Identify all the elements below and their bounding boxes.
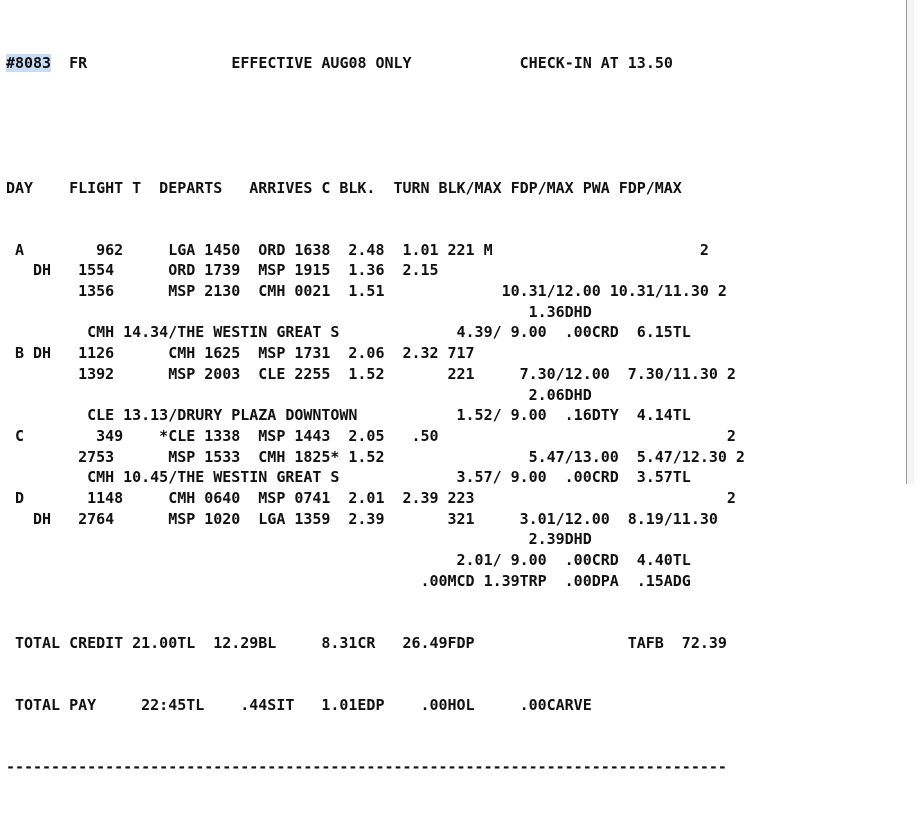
leg-line: 1356 MSP 2130 CMH 0021 1.51 10.31/12.00 … [6, 282, 727, 301]
trip-pairing-page: #8083 FR EFFECTIVE AUG08 ONLY CHECK-IN A… [0, 0, 914, 776]
leg-line: D 1148 CMH 0640 MSP 0741 2.01 2.39 223 2 [6, 488, 736, 507]
total-credit-line: TOTAL CREDIT 21.00TL 12.29BL 8.31CR 26.4… [6, 633, 727, 652]
right-scroll-edge[interactable] [906, 0, 914, 484]
leg-line: B DH 1126 CMH 1625 MSP 1731 2.06 2.32 71… [6, 344, 475, 363]
leg-line: 1392 MSP 2003 CLE 2255 1.52 221 7.30/12.… [6, 364, 736, 383]
leg-line: 2.39DHD [6, 530, 592, 549]
total-pay-line: TOTAL PAY 22:45TL .44SIT 1.01EDP .00HOL … [6, 695, 592, 714]
leg-line: 2.06DHD [6, 385, 592, 404]
leg-line: CMH 10.45/THE WESTIN GREAT S 3.57/ 9.00 … [6, 468, 691, 487]
leg-line: 1.36DHD [6, 302, 592, 321]
leg-line: DH 2764 MSP 1020 LGA 1359 2.39 321 3.01/… [6, 509, 718, 528]
day-code: FR [69, 54, 88, 73]
column-headers: DAY FLIGHT T DEPARTS ARRIVES C BLK. TURN… [6, 178, 682, 197]
leg-line: CMH 14.34/THE WESTIN GREAT S 4.39/ 9.00 … [6, 323, 691, 342]
leg-line: 2753 MSP 1533 CMH 1825* 1.52 5.47/13.00 … [6, 447, 745, 466]
leg-line: C 349 *CLE 1338 MSP 1443 2.05 .50 2 [6, 426, 736, 445]
leg-line: 2.01/ 9.00 .00CRD 4.40TL [6, 551, 691, 569]
leg-line: A 962 LGA 1450 ORD 1638 2.48 1.01 221 M … [6, 240, 709, 259]
pairing-text: #8083 FR EFFECTIVE AUG08 ONLY CHECK-IN A… [6, 12, 745, 819]
leg-lines: A 962 LGA 1450 ORD 1638 2.48 1.01 221 M … [6, 240, 745, 592]
leg-line: CLE 13.13/DRURY PLAZA DOWNTOWN 1.52/ 9.0… [6, 406, 691, 425]
leg-line: DH 1554 ORD 1739 MSP 1915 1.36 2.15 [6, 261, 439, 280]
effective-text: EFFECTIVE AUG08 ONLY [231, 54, 412, 73]
dash-divider: ----------------------------------------… [6, 757, 727, 776]
check-in-text: CHECK-IN AT 13.50 [519, 54, 673, 73]
trip-number-selection[interactable]: #8083 [6, 54, 51, 73]
header-line: #8083 FR EFFECTIVE AUG08 ONLY CHECK-IN A… [6, 53, 745, 74]
leg-line: .00MCD 1.39TRP .00DPA .15ADG [6, 571, 691, 590]
